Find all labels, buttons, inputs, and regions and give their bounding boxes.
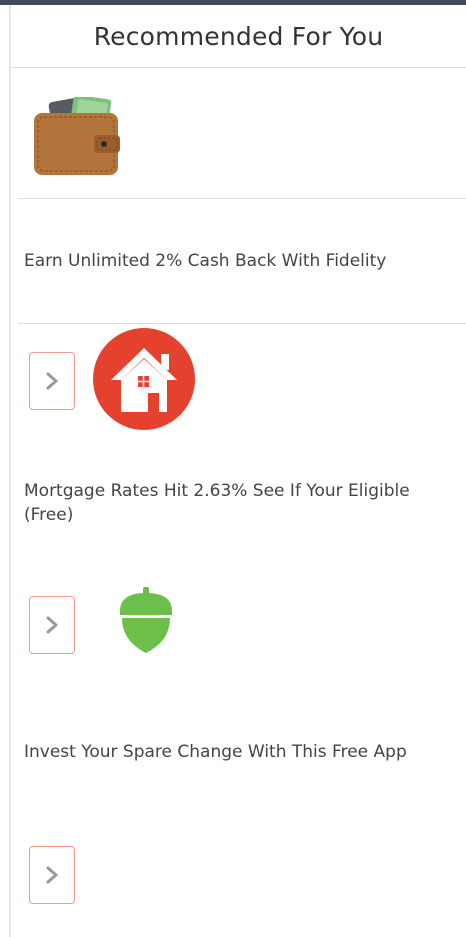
chevron-right-button[interactable] — [29, 352, 75, 410]
chevron-right-icon — [46, 616, 58, 634]
ad-headline[interactable]: Earn Unlimited 2% Cash Back With Fidelit… — [24, 249, 464, 273]
recommended-widget: Recommended For You Earn Unlimited 2% Ca… — [0, 0, 466, 937]
acorn-icon[interactable] — [114, 585, 178, 657]
widget-title: Recommended For You — [93, 21, 384, 51]
chevron-right-button[interactable] — [29, 596, 75, 654]
widget-header: Recommended For You — [11, 5, 466, 68]
wallet-icon[interactable] — [32, 94, 122, 177]
ad-headline[interactable]: Mortgage Rates Hit 2.63% See If Your Eli… — [24, 479, 464, 527]
chevron-right-icon — [46, 866, 58, 884]
ad-headline[interactable]: Invest Your Spare Change With This Free … — [24, 740, 464, 764]
chevron-right-button[interactable] — [29, 846, 75, 904]
house-icon[interactable] — [91, 326, 197, 432]
divider — [18, 323, 466, 324]
chevron-right-icon — [46, 372, 58, 390]
left-border — [9, 5, 11, 937]
divider — [18, 198, 466, 199]
